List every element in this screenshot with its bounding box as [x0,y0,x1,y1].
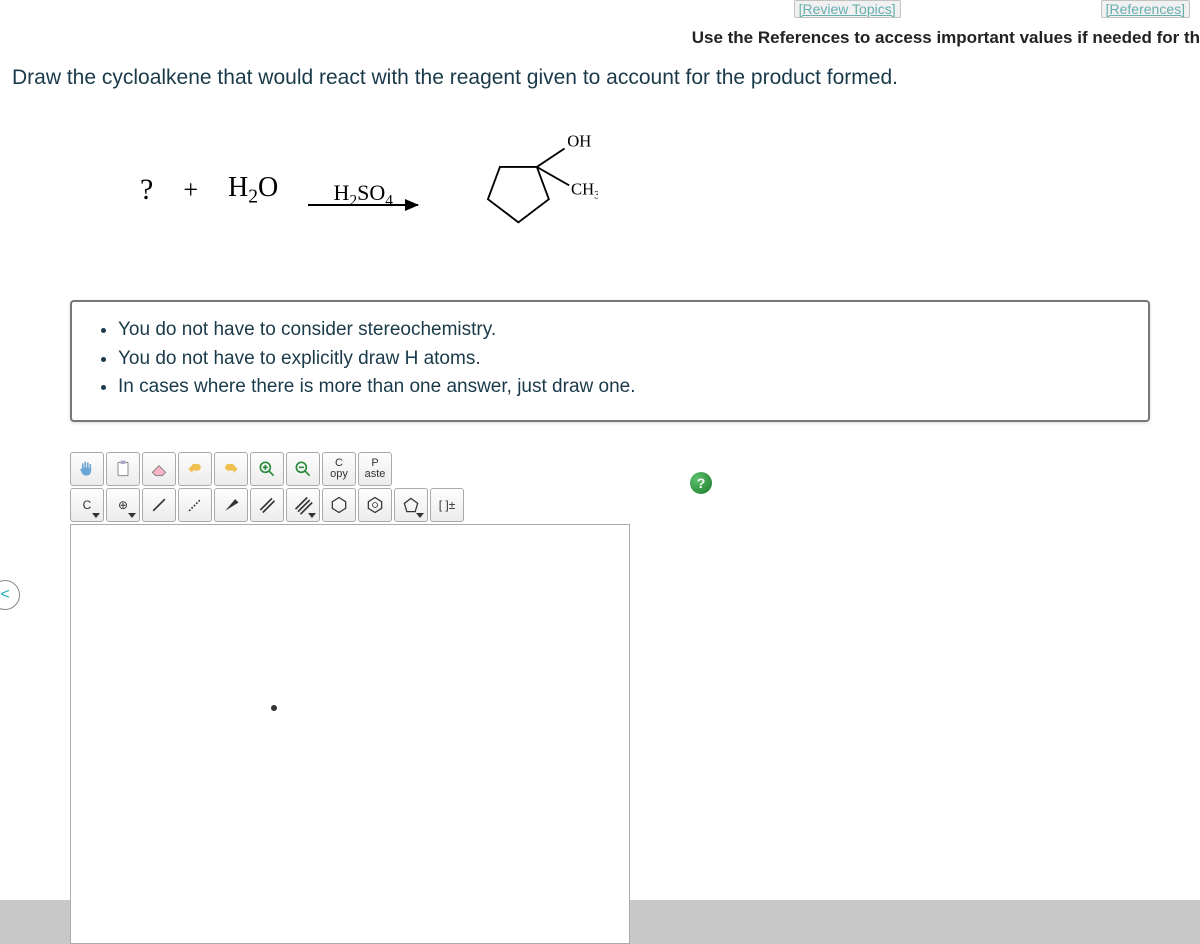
question-prompt: Draw the cycloalkene that would react wi… [0,66,1200,120]
ch3-label: CH3 [571,180,598,202]
clipboard-icon [113,459,133,479]
arrow-icon [308,204,418,206]
drawing-canvas[interactable] [70,524,630,944]
unknown-reactant: ? [140,173,153,207]
dashed-bond-icon [185,495,205,515]
hand-icon [77,459,97,479]
references-link[interactable]: [References] [1101,0,1190,18]
reaction-arrow: H2SO4 [308,174,418,206]
copy-label-top: C [335,458,343,469]
canvas-dot [271,705,277,711]
eraser-icon [149,459,169,479]
pentagon-icon [401,495,421,515]
wedge-bond-tool[interactable] [214,488,248,522]
undo-icon [185,459,205,479]
redo-button[interactable] [214,452,248,486]
toolbar-row-2: C ⊕ [70,488,670,522]
double-bond-tool[interactable] [250,488,284,522]
erase-tool[interactable] [142,452,176,486]
wedge-icon [221,495,241,515]
benzene-tool[interactable] [322,488,356,522]
product-structure: OH CH3 [448,130,598,250]
instructions-box: You do not have to consider stereochemis… [70,300,1150,422]
double-bond-icon [257,495,277,515]
references-hint: Use the References to access important v… [0,22,1200,66]
charge-label: [ ]± [439,498,456,512]
hexagon-alt-icon [365,495,385,515]
cyclohexane-tool[interactable] [358,488,392,522]
ring-icon: ⊕ [118,498,128,512]
select-tool[interactable] [106,452,140,486]
paste-button[interactable]: P aste [358,452,392,486]
ring-picker[interactable]: ⊕ [106,488,140,522]
instruction-item: You do not have to consider stereochemis… [118,316,1124,345]
zoom-out-button[interactable] [286,452,320,486]
undo-button[interactable] [178,452,212,486]
prev-question-button[interactable]: < [0,580,20,610]
oh-label: OH [568,132,592,151]
top-links: [Review Topics] [References] [0,0,1200,22]
zoom-out-icon [293,459,313,479]
redo-icon [221,459,241,479]
instruction-item: In cases where there is more than one an… [118,373,1124,402]
zoom-in-icon [257,459,277,479]
copy-button[interactable]: C opy [322,452,356,486]
dashed-bond-tool[interactable] [178,488,212,522]
element-picker[interactable]: C [70,488,104,522]
zoom-in-button[interactable] [250,452,284,486]
instructions-list: You do not have to consider stereochemis… [96,316,1124,402]
hexagon-icon [329,495,349,515]
triple-bond-tool[interactable] [286,488,320,522]
hand-tool[interactable] [70,452,104,486]
reaction-scheme: ? + H2O H2SO4 OH CH3 [0,120,1200,300]
charge-tool[interactable]: [ ]± [430,488,464,522]
instruction-item: You do not have to explicitly draw H ato… [118,345,1124,374]
help-button[interactable]: ? [690,472,712,494]
review-topics-link[interactable]: [Review Topics] [794,0,901,18]
triple-bond-icon [293,495,313,515]
plus-sign: + [183,175,198,205]
question-page: [Review Topics] [References] Use the Ref… [0,0,1200,900]
copy-label-bottom: opy [330,469,348,480]
cyclopentane-tool[interactable] [394,488,428,522]
single-bond-icon [149,495,169,515]
paste-label-bottom: aste [365,469,386,480]
structure-editor: C opy P aste C ⊕ [70,452,670,944]
single-bond-tool[interactable] [142,488,176,522]
reagent-water: H2O [228,172,278,209]
toolbar-row-1: C opy P aste [70,452,670,486]
paste-label-top: P [371,458,378,469]
carbon-label: C [83,498,92,512]
